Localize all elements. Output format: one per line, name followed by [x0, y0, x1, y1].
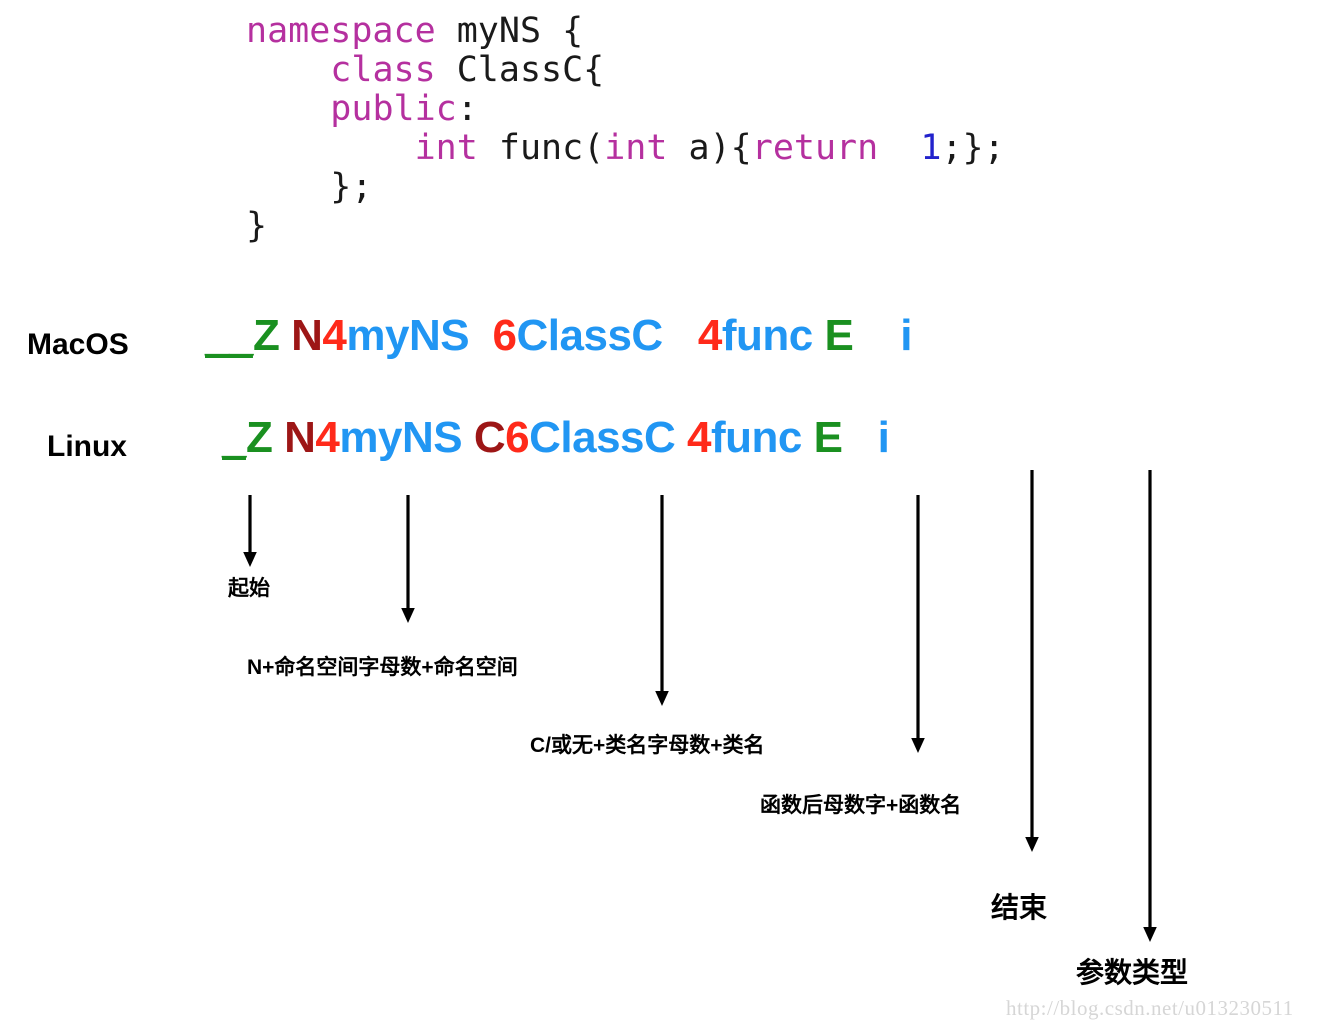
mangled-segment: __ [205, 311, 253, 360]
code-token: ;}; [941, 128, 1005, 168]
source-code-block: namespace myNS { class ClassC{ public: i… [246, 12, 1005, 246]
mangled-segment [272, 413, 284, 462]
arrow-classname [651, 495, 673, 706]
mangled-segment [469, 311, 492, 360]
mangled-segment: i [900, 311, 912, 360]
code-token: namespace [246, 11, 436, 51]
mangled-segment [842, 413, 877, 462]
watermark: http://blog.csdn.net/u013230511 [1006, 996, 1294, 1020]
mangled-segment [663, 311, 698, 360]
code-token: return [751, 128, 879, 168]
code-token: 1 [920, 128, 942, 168]
mangled-segment: N [284, 413, 316, 462]
mangled-segment: 4 [322, 311, 347, 360]
code-token: a){ [667, 128, 752, 168]
mangled-segment: E [813, 413, 843, 462]
code-token: int [414, 128, 478, 168]
annotation-label-paramtype: 参数类型 [1076, 957, 1189, 988]
mangled-name-macos: __Z N4myNS 6ClassC 4func E i [205, 310, 912, 362]
code-token: public [330, 89, 457, 129]
mangled-segment [462, 413, 474, 462]
code-line: }; [246, 168, 1005, 207]
code-token: func( [477, 128, 605, 168]
code-line: class ClassC{ [246, 51, 1005, 90]
code-token: } [246, 206, 268, 246]
mangled-segment: 4 [697, 311, 722, 360]
arrow-end [1021, 470, 1043, 852]
code-line: public: [246, 90, 1005, 129]
mangled-segment: _ [222, 413, 246, 462]
annotation-label-funcname: 函数后母数字+函数名 [760, 794, 962, 817]
code-token: class [330, 50, 436, 90]
mangled-segment: 4 [687, 413, 711, 462]
mangled-segment: i [877, 413, 890, 462]
annotation-label-namespace: N+命名空间字母数+命名空间 [247, 656, 518, 679]
mangled-segment: func [711, 413, 802, 462]
arrow-paramtype [1139, 470, 1161, 942]
code-line: } [246, 207, 1005, 246]
mangled-segment: 6 [505, 413, 530, 462]
os-label-macos: MacOS [27, 328, 129, 361]
code-token: int [604, 128, 668, 168]
mangled-segment: Z [252, 311, 280, 360]
mangled-segment: 4 [315, 413, 340, 462]
code-token: }; [246, 167, 373, 207]
mangled-segment [802, 413, 814, 462]
mangled-segment: 6 [492, 311, 517, 360]
mangled-name-linux: _Z N4myNS C6ClassC 4func E i [222, 412, 890, 464]
arrow-namespace [397, 495, 419, 623]
mangled-segment: C [473, 413, 506, 462]
annotation-label-classname: C/或无+类名字母数+类名 [530, 734, 765, 757]
arrow-start [239, 495, 261, 567]
code-token: myNS { [435, 11, 584, 51]
code-line: namespace myNS { [246, 12, 1005, 51]
code-token: : [456, 89, 478, 129]
mangled-segment: Z [245, 413, 273, 462]
mangled-segment: E [824, 311, 854, 360]
mangled-segment: func [721, 311, 813, 360]
mangled-segment: ClassC [516, 311, 664, 360]
mangled-segment [853, 311, 900, 360]
mangled-segment: myNS [346, 311, 470, 360]
mangled-segment: N [291, 311, 323, 360]
annotation-label-start: 起始 [228, 577, 270, 600]
os-label-linux: Linux [47, 430, 127, 463]
mangled-segment [279, 311, 291, 360]
mangled-segment [675, 413, 687, 462]
annotation-label-end: 结束 [991, 892, 1048, 923]
code-token: ClassC{ [435, 50, 605, 90]
mangled-segment: myNS [339, 413, 463, 462]
arrow-funcname [907, 495, 929, 753]
diagram-canvas: namespace myNS { class ClassC{ public: i… [0, 0, 1322, 1026]
code-line: int func(int a){return 1;}; [246, 129, 1005, 168]
mangled-segment: ClassC [529, 413, 676, 462]
mangled-segment [813, 311, 825, 360]
